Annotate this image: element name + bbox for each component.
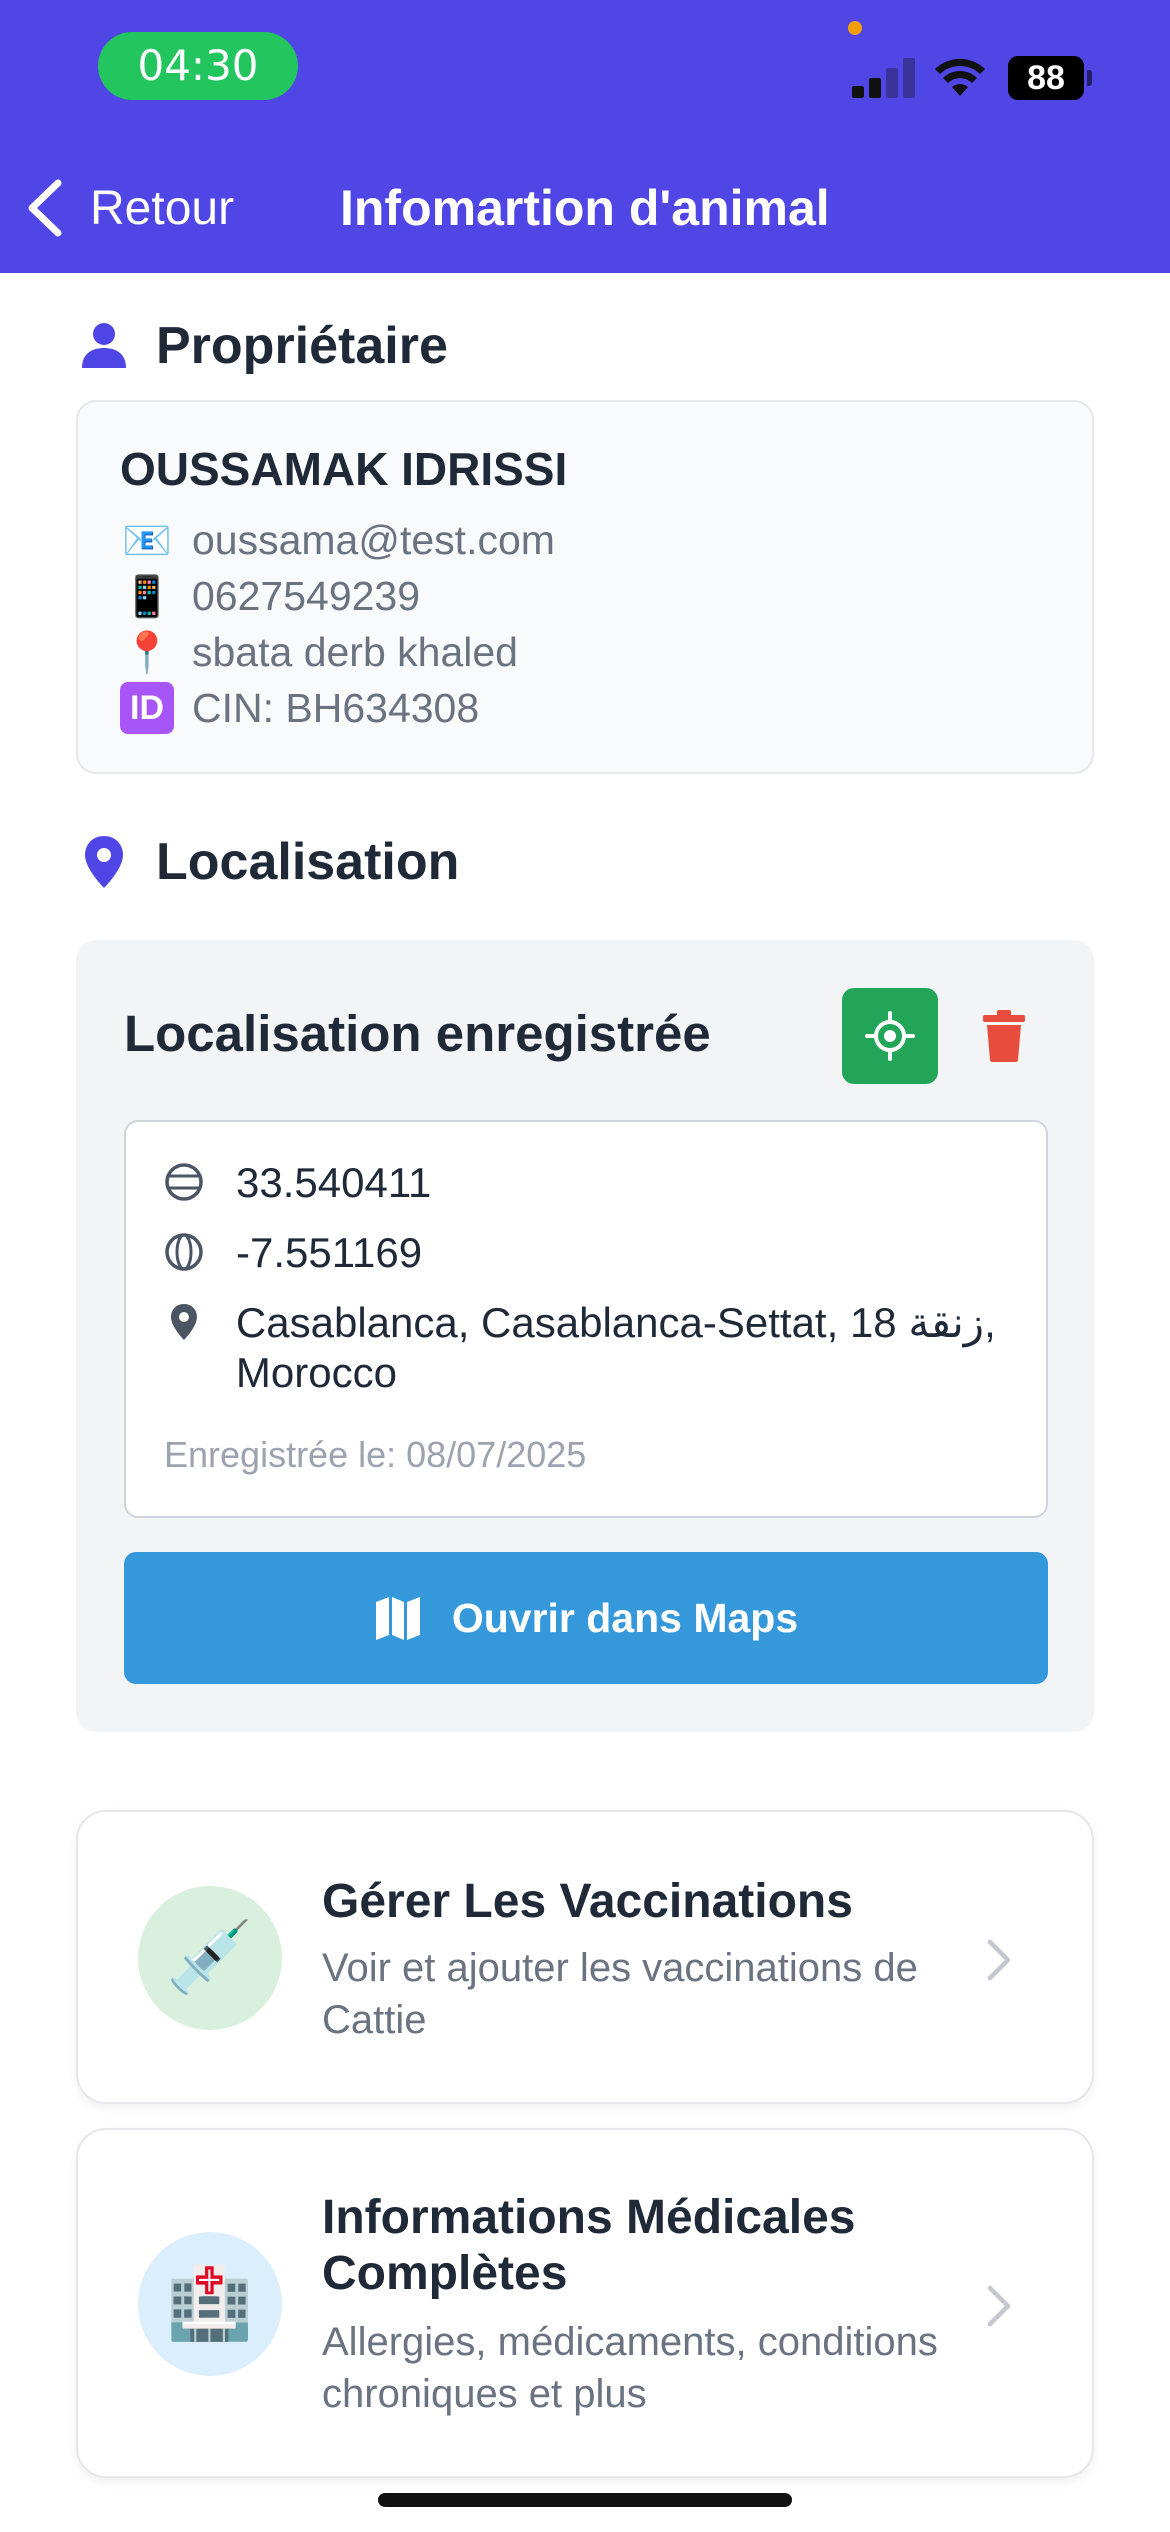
email-icon: 📧 [122,518,172,563]
owner-address: sbata derb khaled [192,628,518,675]
owner-cin: CIN: BH634308 [192,684,480,731]
owner-phone-row: 📱 0627549239 [120,568,420,624]
owner-email: oussama@test.com [192,516,555,563]
saved-location-title: Localisation enregistrée [124,1005,711,1062]
back-label: Retour [90,181,235,235]
medical-info-title: Informations Médicales Complètes [322,2191,856,2300]
battery-icon: 88 [1008,56,1092,100]
map-marker-icon [170,1304,197,1340]
person-icon [82,323,126,368]
saved-date: Enregistrée le: 08/07/2025 [164,1434,587,1475]
syringe-icon: 💉 [138,1886,282,2030]
owner-cin-row: ID CIN: BH634308 [120,680,479,736]
owner-card: OUSSAMAK IDRISSI 📧 oussama@test.com 📱 06… [76,400,1094,774]
hospital-icon: 🏥 [138,2232,282,2376]
page-title: Infomartion d'animal [340,180,830,236]
latitude-value: 33.540411 [236,1159,432,1206]
back-button[interactable]: Retour [24,175,234,241]
chevron-right-icon [987,1939,1011,1981]
longitude-globe-icon [165,1233,203,1271]
map-icon [375,1597,420,1640]
cellular-signal-icon [852,58,916,98]
owner-name: OUSSAMAK IDRISSI [120,443,568,495]
privacy-indicator-dot [848,21,862,35]
app-header: 04:30 88 Retour Infomartion d'animal [0,0,1170,273]
owner-address-row: 📍 sbata derb khaled [120,624,518,680]
home-indicator [378,2493,792,2507]
phone-icon: 📱 [122,574,172,619]
vaccinations-description: Voir et ajouter les vaccinations de Catt… [322,1946,918,2042]
crosshair-icon [865,1011,915,1061]
vaccinations-title: Gérer Les Vaccinations [322,1875,853,1928]
latitude-globe-icon [165,1163,203,1201]
owner-section-header: Propriétaire [76,316,448,376]
id-badge-icon: ID [120,682,174,734]
open-in-maps-label: Ouvrir dans Maps [451,1594,799,1641]
status-time: 04:30 [98,32,298,100]
chevron-right-icon [987,2285,1011,2327]
medical-info-description: Allergies, médicaments, conditions chron… [322,2320,938,2416]
owner-phone: 0627549239 [192,572,421,619]
location-section-title: Localisation [156,833,460,891]
location-pin-icon [85,836,123,888]
address-value: Casablanca, Casablanca-Settat, زنقة 18, … [235,1299,996,1396]
open-in-maps-button[interactable]: Ouvrir dans Maps [124,1552,1048,1684]
longitude-value: -7.551169 [236,1229,423,1276]
chevron-left-icon [28,179,62,237]
location-section-header: Localisation [76,832,459,892]
coordinates-box: 33.540411 -7.551169 Casablanca, Casablan… [124,1120,1048,1518]
location-panel: Localisation enregistrée 33.540411 -7.55… [76,940,1094,1732]
trash-icon [983,1010,1025,1062]
owner-section-title: Propriétaire [156,317,448,375]
wifi-icon [935,58,985,96]
owner-email-row: 📧 oussama@test.com [120,512,555,568]
update-location-button[interactable] [842,988,938,1084]
longitude-row: -7.551169 [164,1228,422,1278]
medical-info-card[interactable]: 🏥 Informations Médicales Complètes Aller… [76,2128,1094,2478]
delete-location-button[interactable] [974,1006,1034,1066]
manage-vaccinations-card[interactable]: 💉 Gérer Les Vaccinations Voir et ajouter… [76,1810,1094,2104]
address-row: Casablanca, Casablanca-Settat, زنقة 18, … [164,1298,1024,1398]
pin-icon: 📍 [122,630,172,675]
latitude-row: 33.540411 [164,1158,431,1208]
